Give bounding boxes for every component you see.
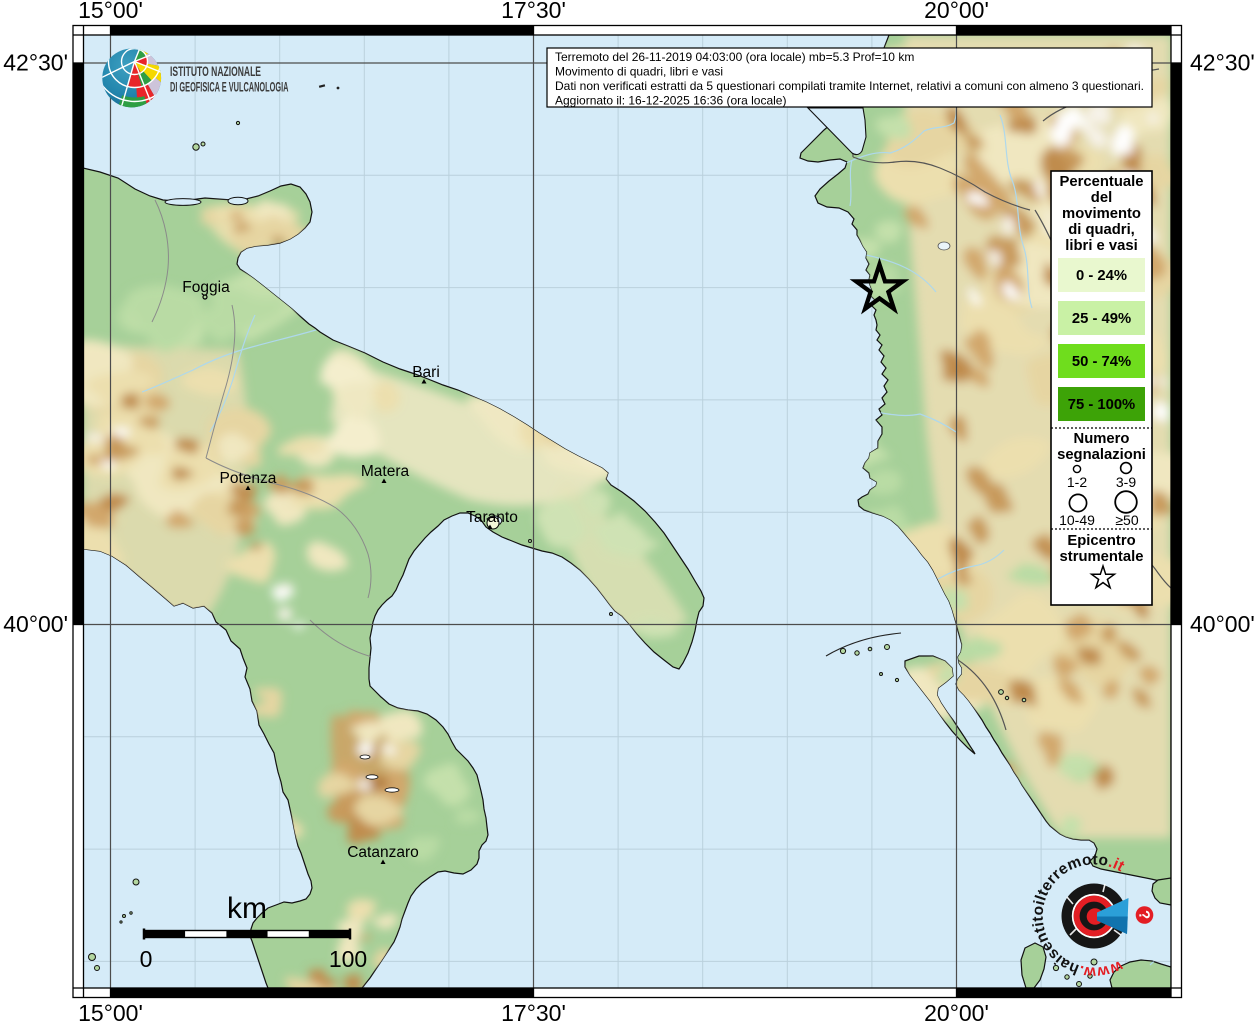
svg-text:17°30': 17°30' (501, 1000, 566, 1024)
svg-text:50 - 74%: 50 - 74% (1072, 354, 1131, 370)
svg-text:25 - 49%: 25 - 49% (1072, 311, 1131, 327)
svg-text:≥50: ≥50 (1115, 512, 1138, 528)
svg-text:100: 100 (329, 946, 367, 972)
svg-text:20°00': 20°00' (924, 1000, 989, 1024)
svg-text:Taranto: Taranto (466, 509, 518, 526)
svg-text:42°30': 42°30' (3, 50, 68, 76)
svg-text:Movimento di quadri, libri e v: Movimento di quadri, libri e vasi (555, 65, 723, 79)
svg-text:15°00': 15°00' (78, 0, 143, 23)
svg-text:di quadri,: di quadri, (1068, 222, 1135, 238)
svg-text:strumentale: strumentale (1060, 549, 1144, 565)
svg-text:0 - 24%: 0 - 24% (1076, 268, 1127, 284)
svg-text:42°30': 42°30' (1190, 50, 1254, 76)
svg-text:20°00': 20°00' (924, 0, 989, 23)
svg-text:3-9: 3-9 (1116, 474, 1136, 490)
svg-text:km: km (227, 892, 267, 925)
svg-text:Potenza: Potenza (220, 470, 277, 487)
svg-text:segnalazioni: segnalazioni (1057, 447, 1146, 463)
svg-text:Terremoto del 26-11-2019 04:03: Terremoto del 26-11-2019 04:03:00 (ora l… (555, 50, 914, 64)
svg-text:15°00': 15°00' (78, 1000, 143, 1024)
svg-text:Dati non verificati estratti d: Dati non verificati estratti da 5 questi… (555, 79, 1144, 93)
svg-text:17°30': 17°30' (501, 0, 566, 23)
svg-text:Percentuale: Percentuale (1060, 174, 1144, 190)
svg-text:libri e vasi: libri e vasi (1065, 238, 1137, 254)
svg-text:Epicentro: Epicentro (1067, 533, 1135, 549)
svg-text:Foggia: Foggia (182, 279, 230, 296)
svg-text:40°00': 40°00' (1190, 611, 1254, 637)
svg-text:40°00': 40°00' (3, 611, 68, 637)
svg-text:movimento: movimento (1062, 206, 1141, 222)
svg-text:Catanzaro: Catanzaro (347, 844, 419, 861)
svg-text:0: 0 (140, 946, 153, 972)
svg-text:10-49: 10-49 (1059, 512, 1095, 528)
svg-text:Aggiornato il: 16-12-2025 16:3: Aggiornato il: 16-12-2025 16:36 (ora loc… (555, 94, 786, 108)
svg-text:Matera: Matera (361, 463, 410, 480)
svg-text:Numero: Numero (1074, 431, 1130, 447)
svg-text:75 - 100%: 75 - 100% (1068, 397, 1135, 413)
svg-text:del: del (1091, 190, 1112, 206)
svg-text:DI GEOFISICA E VULCANOLOGIA: DI GEOFISICA E VULCANOLOGIA (170, 80, 289, 95)
svg-text:1-2: 1-2 (1067, 474, 1087, 490)
svg-text:Bari: Bari (412, 364, 440, 381)
svg-text:ISTITUTO NAZIONALE: ISTITUTO NAZIONALE (170, 64, 261, 79)
